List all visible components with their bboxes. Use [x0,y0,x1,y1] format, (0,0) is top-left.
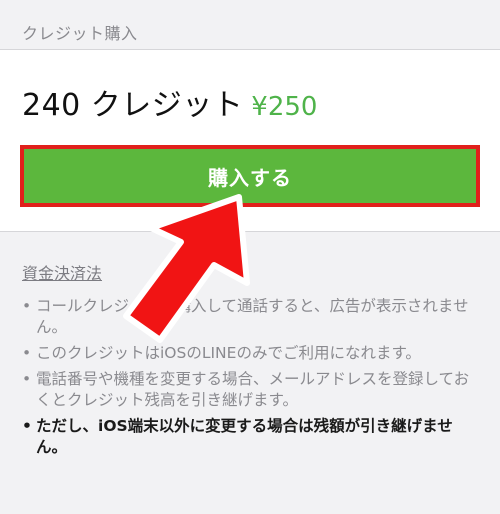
product-price: ¥250 [251,92,318,122]
section-header: クレジット購入 [0,0,500,50]
page-title: クレジット購入 [22,24,138,43]
note-item: コールクレジットを購入して通話すると、広告が表示されません。 [22,296,478,338]
product-row: 240 クレジット ¥250 [22,80,318,123]
note-item: このクレジットはiOSのLINEのみでご利用になれます。 [22,343,478,364]
payment-law-link[interactable]: 資金決済法 [22,260,102,284]
note-item-warning: ただし、iOS端末以外に変更する場合は残額が引き継げません。 [22,416,478,458]
product-card: 240 クレジット ¥250 購入する [0,50,500,232]
purchase-button-label: 購入する [208,165,292,190]
note-item: 電話番号や機種を変更する場合、メールアドレスを登録しておくとクレジット残高を引き… [22,369,478,411]
notes-list: コールクレジットを購入して通話すると、広告が表示されません。 このクレジットはi… [22,296,478,463]
product-name: 240 クレジット [22,88,244,123]
purchase-button[interactable]: 購入する [20,145,480,207]
